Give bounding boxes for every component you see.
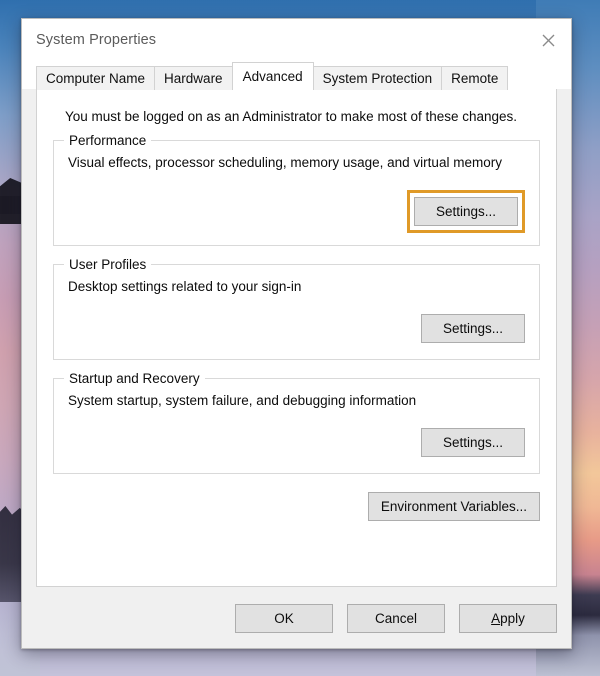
startup-recovery-actions: Settings... bbox=[68, 428, 525, 457]
performance-description: Visual effects, processor scheduling, me… bbox=[68, 155, 502, 170]
user-profiles-description: Desktop settings related to your sign-in bbox=[68, 279, 302, 294]
apply-button[interactable]: Apply bbox=[459, 603, 557, 633]
tab-remote[interactable]: Remote bbox=[441, 66, 509, 90]
ok-button[interactable]: OK bbox=[235, 603, 333, 633]
advanced-tab-panel: You must be logged on as an Administrato… bbox=[36, 88, 557, 587]
startup-recovery-group: Startup and Recovery System startup, sys… bbox=[53, 371, 540, 474]
startup-recovery-settings-button[interactable]: Settings... bbox=[421, 428, 525, 457]
administrator-note: You must be logged on as an Administrato… bbox=[65, 109, 518, 124]
user-profiles-group: User Profiles Desktop settings related t… bbox=[53, 257, 540, 360]
apply-accelerator-letter: A bbox=[491, 610, 501, 626]
startup-recovery-group-title: Startup and Recovery bbox=[64, 371, 205, 386]
performance-settings-button[interactable]: Settings... bbox=[414, 197, 518, 226]
dialog-footer: OK Cancel Apply bbox=[22, 588, 571, 648]
performance-settings-highlight: Settings... bbox=[407, 190, 525, 233]
user-profiles-settings-button[interactable]: Settings... bbox=[421, 314, 525, 343]
close-button[interactable] bbox=[525, 19, 571, 61]
performance-group: Performance Visual effects, processor sc… bbox=[53, 133, 540, 246]
performance-actions: Settings... bbox=[68, 190, 525, 233]
tab-advanced[interactable]: Advanced bbox=[231, 62, 314, 90]
environment-variables-button[interactable]: Environment Variables... bbox=[367, 492, 540, 521]
system-properties-dialog: System Properties Computer Name Hardware… bbox=[21, 18, 572, 649]
tab-system-protection[interactable]: System Protection bbox=[312, 66, 443, 90]
tab-hardware[interactable]: Hardware bbox=[154, 66, 233, 90]
close-icon bbox=[542, 34, 554, 46]
window-title: System Properties bbox=[36, 32, 157, 48]
environment-variables-row: Environment Variables... bbox=[53, 492, 540, 521]
startup-recovery-description: System startup, system failure, and debu… bbox=[68, 393, 417, 408]
user-profiles-actions: Settings... bbox=[68, 314, 525, 343]
cancel-button[interactable]: Cancel bbox=[347, 603, 445, 633]
wallpaper-structure-silhouette-secondary bbox=[0, 196, 22, 214]
title-bar: System Properties bbox=[22, 19, 571, 61]
user-profiles-group-title: User Profiles bbox=[64, 257, 152, 272]
performance-group-title: Performance bbox=[64, 133, 152, 148]
tab-strip: Computer Name Hardware Advanced System P… bbox=[22, 61, 571, 90]
tab-computer-name[interactable]: Computer Name bbox=[36, 66, 156, 90]
apply-label-rest: pply bbox=[500, 610, 525, 626]
